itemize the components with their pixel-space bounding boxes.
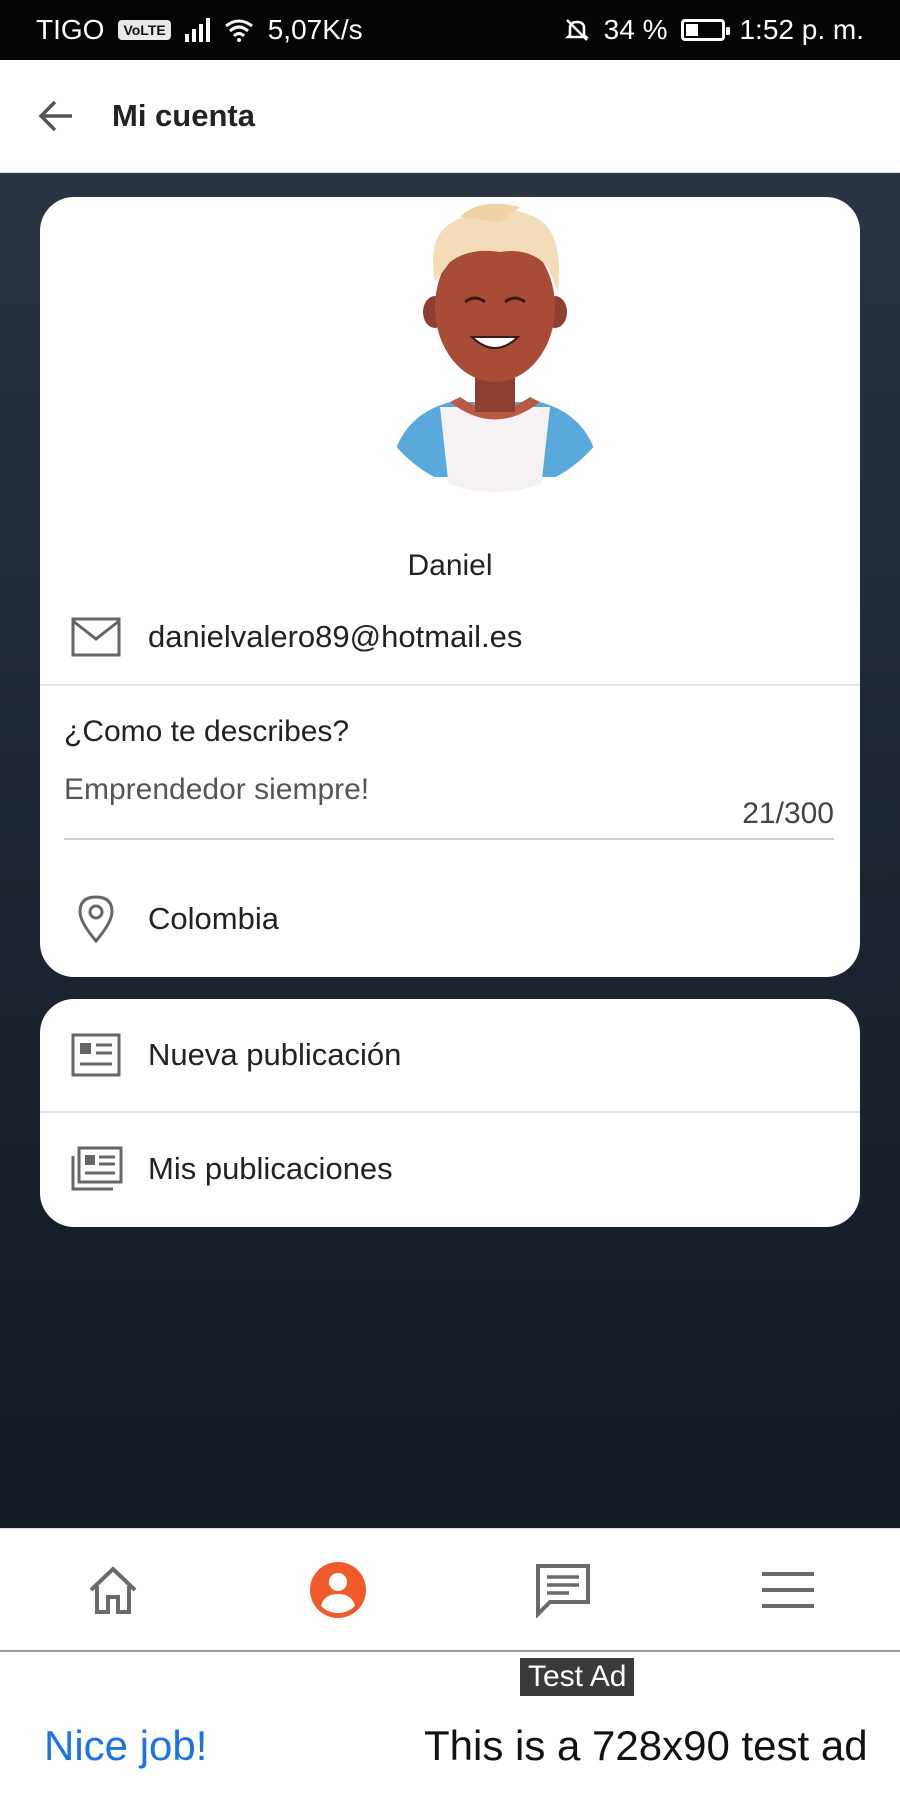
user-name: Daniel xyxy=(407,549,493,582)
status-bar-left: TIGO VoLTE 5,07K/s xyxy=(36,14,363,46)
article-icon xyxy=(68,1027,124,1083)
status-bar: TIGO VoLTE 5,07K/s 34 % 1:52 p. m. xyxy=(0,0,900,60)
page-title: Mi cuenta xyxy=(112,98,255,133)
account-icon xyxy=(309,1562,366,1618)
nav-menu[interactable] xyxy=(675,1529,900,1651)
divider xyxy=(40,684,860,686)
input-underline xyxy=(64,838,834,840)
battery-icon xyxy=(681,19,731,41)
bottom-nav xyxy=(0,1528,900,1650)
new-publication-label: Nueva publicación xyxy=(148,1037,402,1072)
articles-stack-icon xyxy=(68,1141,124,1197)
describe-input[interactable] xyxy=(64,773,764,807)
carrier-name: TIGO xyxy=(36,14,105,45)
nav-chat[interactable] xyxy=(450,1529,675,1651)
describe-label: ¿Como te describes? xyxy=(64,715,350,748)
chat-icon xyxy=(535,1564,590,1618)
main-content: Daniel danielvalero89@hotmail.es ¿Como t… xyxy=(0,173,900,1528)
arrow-left-icon xyxy=(38,100,72,132)
network-badge: VoLTE xyxy=(118,20,171,40)
nav-home[interactable] xyxy=(0,1529,225,1651)
my-publications-button[interactable]: Mis publicaciones xyxy=(40,1113,860,1225)
app-bar: Mi cuenta xyxy=(0,60,900,173)
location-pin-icon xyxy=(68,891,124,947)
ad-banner[interactable]: Test Ad Nice job! This is a 728x90 test … xyxy=(0,1650,900,1800)
nav-account[interactable] xyxy=(225,1529,450,1651)
location-text: Colombia xyxy=(148,901,279,936)
email-text: danielvalero89@hotmail.es xyxy=(148,619,523,654)
actions-card: Nueva publicación Mis publicaciones xyxy=(40,999,860,1227)
new-publication-button[interactable]: Nueva publicación xyxy=(40,999,860,1111)
menu-icon xyxy=(761,1572,814,1608)
home-icon xyxy=(89,1566,136,1614)
network-speed: 5,07K/s xyxy=(267,14,363,45)
ad-label: Test Ad xyxy=(520,1658,635,1696)
signal-icon xyxy=(184,18,210,42)
clock: 1:52 p. m. xyxy=(739,14,864,45)
ad-headline[interactable]: Nice job! xyxy=(44,1722,207,1770)
mail-icon xyxy=(68,609,124,665)
char-counter: 21/300 xyxy=(742,797,834,830)
status-bar-right: 34 % 1:52 p. m. xyxy=(564,14,864,46)
email-row: danielvalero89@hotmail.es xyxy=(40,597,860,677)
battery-percent: 34 % xyxy=(603,14,668,45)
avatar xyxy=(390,203,600,492)
ad-body: This is a 728x90 test ad xyxy=(424,1722,868,1769)
profile-card: Daniel danielvalero89@hotmail.es ¿Como t… xyxy=(40,197,860,977)
wifi-icon xyxy=(224,19,253,42)
my-publications-label: Mis publicaciones xyxy=(148,1151,393,1186)
location-row: Colombia xyxy=(40,873,860,965)
bell-off-icon xyxy=(564,19,589,41)
back-button[interactable] xyxy=(30,90,82,142)
